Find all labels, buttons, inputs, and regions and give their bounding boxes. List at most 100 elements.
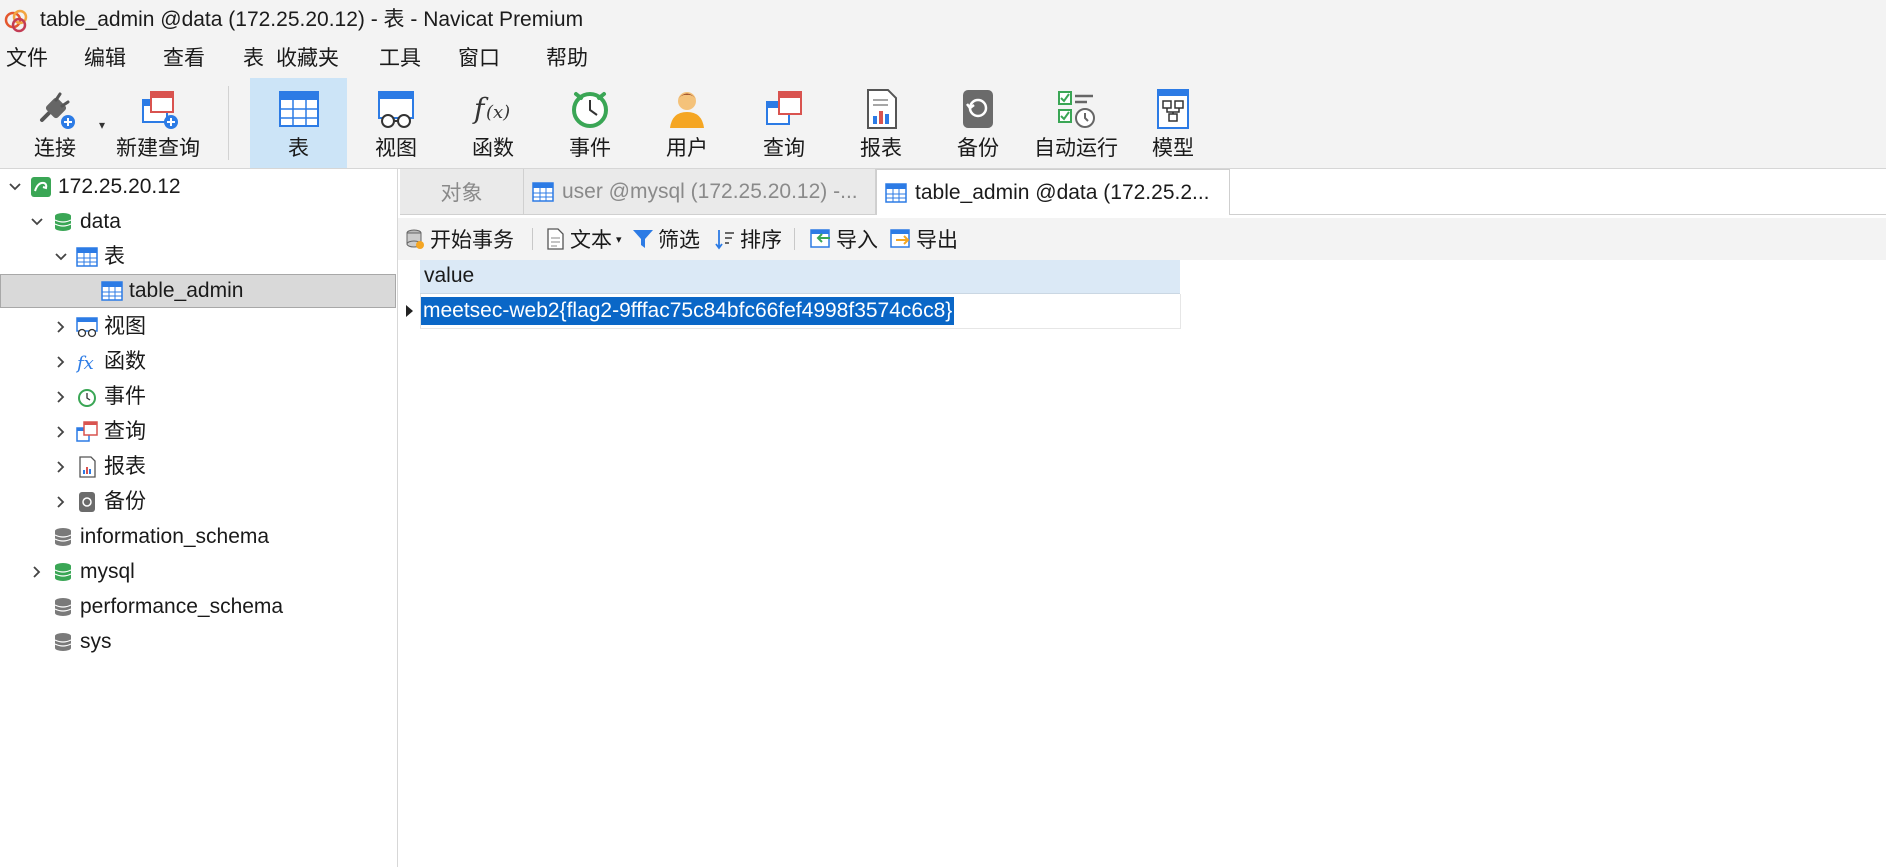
- chevron-right-icon[interactable]: [52, 493, 70, 511]
- model-button[interactable]: 模型: [1132, 78, 1214, 168]
- tree-events[interactable]: 事件: [52, 380, 146, 414]
- tree-reports-label: 报表: [104, 455, 146, 478]
- tab-table-admin[interactable]: table_admin @data (172.25.2...: [876, 169, 1230, 215]
- sort-button[interactable]: 排序: [714, 226, 782, 252]
- tab-bar-baseline: [1230, 214, 1886, 215]
- report-icon: [79, 456, 96, 478]
- svg-text:(x): (x): [486, 102, 510, 123]
- view-button[interactable]: 视图: [355, 78, 437, 168]
- table-button[interactable]: 表: [250, 78, 347, 168]
- chevron-right-icon[interactable]: [52, 388, 70, 406]
- export-button[interactable]: 导出: [890, 226, 958, 252]
- tree-db-information-schema[interactable]: information_schema: [52, 520, 269, 554]
- function-button[interactable]: f (x) 函数: [452, 78, 534, 168]
- menu-view[interactable]: 查看: [163, 47, 205, 71]
- mysql-connection-icon: [31, 177, 51, 197]
- menu-help[interactable]: 帮助: [546, 47, 588, 71]
- chevron-right-icon[interactable]: [52, 353, 70, 371]
- filter-button[interactable]: 筛选: [632, 226, 700, 252]
- chevron-right-icon[interactable]: [52, 423, 70, 441]
- tree-connection[interactable]: 172.25.20.12: [6, 170, 181, 204]
- view-icon: [378, 91, 414, 128]
- chevron-down-icon[interactable]: [6, 178, 24, 196]
- current-row-arrow-icon: [406, 305, 413, 317]
- function-label: 函数: [472, 137, 514, 160]
- chevron-right-icon[interactable]: [52, 458, 70, 476]
- table-icon: [101, 281, 123, 301]
- column-header-value[interactable]: value: [420, 260, 1180, 294]
- tree-db-mysql[interactable]: mysql: [28, 555, 135, 589]
- selected-cell[interactable]: meetsec-web2{flag2-9fffac75c84bfc66fef49…: [421, 297, 955, 325]
- title-bar: table_admin @data (172.25.20.12) - 表 - N…: [0, 0, 1886, 40]
- text-dropdown-arrow-icon[interactable]: ▾: [616, 233, 622, 246]
- connect-label: 连接: [34, 137, 76, 160]
- subtoolbar-divider: [794, 228, 795, 250]
- plug-icon: [40, 92, 75, 129]
- tab-objects[interactable]: 对象: [400, 169, 524, 215]
- backup-label: 备份: [957, 137, 999, 160]
- automation-icon: [1058, 91, 1095, 128]
- menu-table[interactable]: 表: [243, 47, 264, 71]
- sort-icon: [715, 230, 734, 250]
- event-button[interactable]: 事件: [549, 78, 631, 168]
- backup-icon: [963, 90, 993, 128]
- chevron-right-icon[interactable]: [52, 318, 70, 336]
- event-label: 事件: [569, 137, 611, 160]
- menu-edit[interactable]: 编辑: [84, 47, 126, 71]
- menu-tools[interactable]: 工具: [379, 47, 421, 71]
- tree-db-sys[interactable]: sys: [52, 625, 112, 659]
- backup-button[interactable]: 备份: [937, 78, 1019, 168]
- view-icon: [76, 317, 98, 338]
- tree-db-performance-schema[interactable]: performance_schema: [52, 590, 283, 624]
- tree-views[interactable]: 视图: [52, 310, 146, 344]
- report-button[interactable]: 报表: [840, 78, 922, 168]
- sort-label: 排序: [740, 229, 782, 252]
- table-icon: [885, 182, 907, 203]
- tree-db-data[interactable]: data: [28, 205, 121, 239]
- menu-favorites[interactable]: 收藏夹: [276, 47, 339, 71]
- function-icon: fx: [76, 353, 94, 373]
- tree-queries[interactable]: 查询: [52, 415, 146, 449]
- menu-window[interactable]: 窗口: [458, 47, 500, 71]
- database-icon: [54, 633, 72, 651]
- tree-table-admin[interactable]: table_admin: [0, 274, 396, 308]
- tree-queries-label: 查询: [104, 420, 146, 443]
- export-label: 导出: [916, 229, 958, 252]
- import-button[interactable]: 导入: [810, 226, 878, 252]
- chevron-right-icon[interactable]: [28, 563, 46, 581]
- table-row[interactable]: meetsec-web2{flag2-9fffac75c84bfc66fef49…: [420, 294, 1181, 329]
- tab-user-mysql[interactable]: user @mysql (172.25.20.12) -...: [524, 169, 876, 215]
- table-icon: [532, 181, 554, 202]
- user-button[interactable]: 用户: [646, 78, 728, 168]
- text-view-button[interactable]: 文本 ▾: [544, 226, 622, 252]
- query-button[interactable]: 查询: [743, 78, 825, 168]
- query-icon: [766, 91, 802, 125]
- database-icon: [54, 598, 72, 616]
- chevron-down-icon[interactable]: [28, 213, 46, 231]
- menu-bar: 文件 编辑 查看 表 收藏夹 工具 窗口 帮助: [0, 40, 1886, 78]
- tree-backups[interactable]: 备份: [52, 485, 146, 519]
- chevron-down-icon[interactable]: [52, 248, 70, 266]
- connect-dropdown-arrow-icon[interactable]: ▾: [99, 118, 105, 132]
- tree-backups-label: 备份: [104, 490, 146, 513]
- query-icon: [76, 421, 98, 442]
- menu-file[interactable]: 文件: [6, 47, 48, 71]
- automation-button[interactable]: 自动运行: [1030, 78, 1122, 168]
- database-icon: [54, 213, 72, 231]
- tab-objects-label: 对象: [440, 181, 483, 205]
- transaction-icon: [406, 229, 424, 249]
- connect-button[interactable]: 连接: [14, 78, 96, 168]
- tree-db-information-schema-label: information_schema: [80, 525, 270, 548]
- row-indicator[interactable]: [398, 294, 421, 328]
- new-query-label: 新建查询: [116, 137, 200, 160]
- tree-tables-group[interactable]: 表: [52, 240, 125, 274]
- document-icon: [547, 228, 564, 250]
- automation-label: 自动运行: [1034, 137, 1118, 160]
- import-icon: [810, 229, 830, 248]
- new-query-button[interactable]: 新建查询: [110, 78, 206, 168]
- tree-functions[interactable]: fx 函数: [52, 345, 146, 379]
- model-icon: [1157, 89, 1189, 129]
- alarm-clock-icon: [78, 389, 96, 407]
- begin-transaction-button[interactable]: 开始事务: [404, 226, 514, 252]
- tree-reports[interactable]: 报表: [52, 450, 146, 484]
